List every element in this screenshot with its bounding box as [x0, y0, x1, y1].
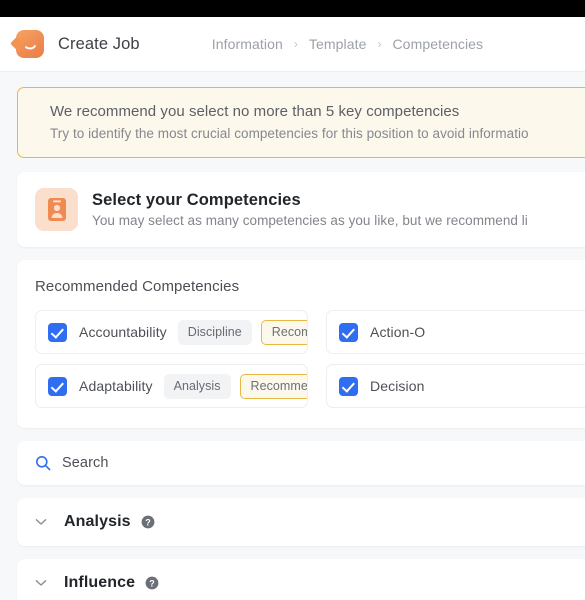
logo-smile-shape — [22, 40, 38, 50]
competency-item-action-oriented[interactable]: Action-O — [326, 310, 585, 354]
accordion-section-influence[interactable]: Influence ? — [17, 559, 585, 600]
recommended-heading: Recommended Competencies — [35, 278, 240, 295]
recommendation-banner: We recommend you select no more than 5 k… — [17, 87, 585, 158]
competency-item-decision-making[interactable]: Decision — [326, 364, 585, 408]
competency-item-adaptability[interactable]: Adaptability Analysis Recommended — [35, 364, 308, 408]
competency-category-tag: Discipline — [177, 319, 252, 345]
banner-title: We recommend you select no more than 5 k… — [50, 103, 460, 120]
select-competencies-card: Select your Competencies You may select … — [17, 172, 585, 247]
system-status-bar — [0, 0, 585, 17]
page-body: We recommend you select no more than 5 k… — [0, 72, 585, 600]
search-bar[interactable] — [17, 441, 585, 485]
select-card-subtitle: You may select as many competencies as y… — [92, 213, 528, 228]
competency-category-tag: Analysis — [163, 373, 231, 399]
competency-label: Decision — [370, 378, 425, 394]
breadcrumb-item-template[interactable]: Template — [309, 36, 367, 52]
competency-label: Action-O — [370, 324, 426, 340]
checkbox-checked-icon[interactable] — [48, 376, 67, 396]
select-card-title: Select your Competencies — [92, 191, 301, 209]
breadcrumb-separator: › — [377, 37, 382, 51]
page-title: Create Job — [58, 34, 140, 53]
chevron-down-icon[interactable] — [35, 518, 47, 526]
breadcrumb-item-competencies[interactable]: Competencies — [392, 36, 483, 52]
search-input[interactable] — [62, 455, 585, 471]
app-logo-icon[interactable] — [16, 30, 44, 58]
svg-text:?: ? — [149, 578, 155, 588]
select-card-texts: Select your Competencies You may select … — [92, 191, 528, 228]
search-icon — [35, 455, 51, 471]
checkbox-checked-icon[interactable] — [48, 322, 67, 342]
recommended-competencies-card: Recommended Competencies Accountability … — [17, 260, 585, 428]
competency-recommended-badge: Recommended — [260, 319, 307, 345]
competency-label: Adaptability — [79, 378, 153, 394]
competency-item-accountability[interactable]: Accountability Discipline Recommended — [35, 310, 308, 354]
breadcrumb-item-information[interactable]: Information — [212, 36, 283, 52]
breadcrumb: Information › Template › Competencies — [212, 36, 483, 52]
recommended-grid: Accountability Discipline Recommended Ac… — [35, 310, 585, 408]
checkbox-checked-icon[interactable] — [339, 376, 358, 396]
app-header: Create Job Information › Template › Comp… — [0, 17, 585, 72]
banner-subtitle: Try to identify the most crucial compete… — [50, 126, 529, 141]
checkbox-checked-icon[interactable] — [339, 322, 358, 342]
breadcrumb-separator: › — [293, 37, 298, 51]
competency-recommended-badge: Recommended — [239, 373, 307, 399]
svg-text:?: ? — [145, 517, 151, 527]
help-circle-icon[interactable]: ? — [141, 515, 155, 529]
id-badge-icon — [35, 188, 78, 231]
help-circle-icon[interactable]: ? — [145, 576, 159, 590]
chevron-down-icon[interactable] — [35, 579, 47, 587]
accordion-section-analysis[interactable]: Analysis ? — [17, 498, 585, 546]
competency-label: Accountability — [79, 324, 167, 340]
accordion-title: Analysis — [64, 513, 131, 530]
accordion-title: Influence — [64, 574, 136, 591]
